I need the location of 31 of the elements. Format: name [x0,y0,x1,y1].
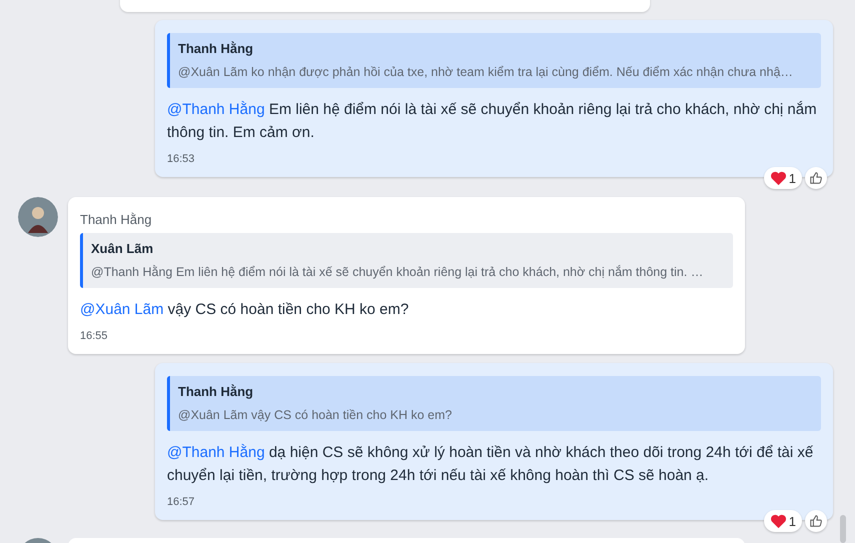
message-time: 16:57 [167,496,196,508]
reaction-count: 1 [788,170,796,186]
scrollbar-thumb[interactable] [840,515,846,543]
message-text: @Xuân Lãm vậy CS có hoàn tiền cho KH ko em? [80,300,410,320]
quote-author: Thanh Hằng [178,41,254,56]
heart-reaction[interactable]: 1 [764,167,802,189]
heart-icon [770,170,787,186]
reaction-count: 1 [788,514,796,528]
message-time: 16:53 [167,153,196,165]
quoted-message[interactable]: Xuân Lãm @Thanh Hằng Em liên hệ điểm nói là tài xế sẽ chuyển khoản riêng lại trả cho khách, nhờ chị nắm thông tin. … [80,233,733,288]
sender-name: Thanh Hằng [80,212,153,227]
quote-text: @Xuân Lãm ko nhận được phản hồi của txe, nhờ team kiểm tra lại cùng điểm. Nếu điểm xác nhận chưa nhậ… [178,65,794,79]
quote-author: Thanh Hằng [178,384,254,399]
quoted-message[interactable]: Thanh Hằng @Xuân Lãm vậy CS có hoàn tiền cho KH ko em? [167,376,821,431]
mention-link[interactable]: @Thanh Hằng [167,444,265,461]
message-text: @Thanh Hằng dạ hiện CS sẽ không xử lý hoàn tiền và nhờ khách theo dõi trong 24h tới để tài xế chuyển lại tiền, trường hợp trong 24h tới nếu tài xế không hoàn thì CS sẽ hoàn ạ. [167,443,814,486]
message-time: 16:55 [80,330,109,342]
like-button[interactable] [805,167,827,189]
mention-link[interactable]: @Xuân Lãm [80,301,164,318]
thumbs-up-icon [809,171,823,185]
avatar[interactable] [18,197,58,237]
thumbs-up-icon [809,514,823,528]
quote-text: @Thanh Hằng Em liên hệ điểm nói là tài xế sẽ chuyển khoản riêng lại trả cho khách, nhờ chị nắm thông tin. … [91,265,704,279]
mention-link[interactable]: @Thanh Hằng [167,101,265,118]
heart-icon [770,514,787,528]
quoted-message[interactable]: Thanh Hằng @Xuân Lãm ko nhận được phản hồi của txe, nhờ team kiểm tra lại cùng điểm. Nếu điểm xác nhận chưa nhậ… [167,33,821,88]
quote-author: Xuân Lãm [91,241,154,256]
message-text: @Thanh Hằng Em liên hệ điểm nói là tài xế sẽ chuyển khoản riêng lại trả cho khách, nhờ chị nắm thông tin. Em cảm ơn. [167,100,818,143]
quote-text: @Xuân Lãm vậy CS có hoàn tiền cho KH ko em? [178,408,453,422]
like-button[interactable] [805,510,827,532]
heart-reaction[interactable]: 1 [764,510,802,532]
